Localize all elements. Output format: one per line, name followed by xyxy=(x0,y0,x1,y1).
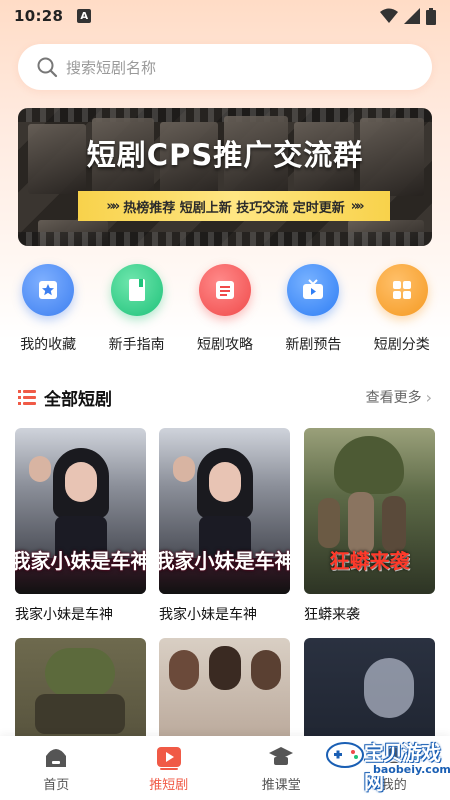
play-icon xyxy=(156,746,181,770)
drama-title: 狂蟒来袭 xyxy=(304,607,360,623)
home-icon xyxy=(46,748,67,767)
search-bar[interactable]: 搜索短剧名称 xyxy=(18,44,432,90)
drama-card[interactable]: 狂蟒来袭 狂蟒来袭 xyxy=(304,428,435,624)
quick-nav-guide[interactable]: 新手指南 xyxy=(93,264,181,364)
drama-title: 我家小妹是车神 xyxy=(159,607,257,623)
quick-nav-label: 短剧攻略 xyxy=(196,337,253,353)
quick-nav: 我的收藏 新手指南 短剧攻略 新剧预告 短剧分类 xyxy=(0,264,450,364)
quick-nav-label: 新剧预告 xyxy=(285,337,342,353)
section-header: 全部短剧 查看更多 › xyxy=(18,384,432,410)
wifi-icon xyxy=(380,8,398,23)
quick-nav-preview[interactable]: 新剧预告 xyxy=(269,264,357,364)
watermark-url: baobeiy.com xyxy=(370,763,450,776)
list-icon xyxy=(18,390,36,405)
drama-poster: 我家小妹是车神 xyxy=(159,428,290,594)
battery-icon xyxy=(426,7,436,25)
quick-nav-label: 短剧分类 xyxy=(373,337,430,353)
book-icon xyxy=(110,264,163,316)
chevrons-icon: »» xyxy=(106,198,120,214)
search-input[interactable]: 搜索短剧名称 xyxy=(66,57,156,78)
section-title: 全部短剧 xyxy=(44,389,112,410)
notification-icon: A xyxy=(77,9,92,23)
drama-poster: 我家小妹是车神 xyxy=(15,428,146,594)
signal-icon xyxy=(404,8,420,24)
banner-poster-collage xyxy=(18,108,432,246)
tab-label: 首页 xyxy=(43,777,70,793)
tab-home[interactable]: 首页 xyxy=(0,736,113,800)
quick-nav-label: 我的收藏 xyxy=(20,337,77,353)
poster-title: 狂蟒来袭 xyxy=(329,548,410,573)
tab-classroom[interactable]: 推课堂 xyxy=(225,736,338,800)
star-icon xyxy=(22,264,75,316)
drama-poster: 狂蟒来袭 xyxy=(304,428,435,594)
chevron-right-icon: › xyxy=(425,387,432,407)
poster-title: 我家小妹是车神 xyxy=(15,548,146,573)
quick-nav-favorites[interactable]: 我的收藏 xyxy=(4,264,92,364)
gamepad-icon xyxy=(326,742,364,768)
banner-title: 短剧CPS推广交流群 xyxy=(86,138,364,172)
poster-title: 我家小妹是车神 xyxy=(159,548,290,573)
status-time: 10:28 xyxy=(14,7,64,25)
quick-nav-strategy[interactable]: 短剧攻略 xyxy=(181,264,269,364)
banner-ribbon: »» 热榜推荐 短剧上新 技巧交流 定时更新 »» xyxy=(78,191,390,221)
tab-label: 推课堂 xyxy=(261,777,301,793)
banner-ribbon-text: 热榜推荐 短剧上新 技巧交流 定时更新 xyxy=(123,200,345,216)
tab-label: 推短剧 xyxy=(149,777,189,793)
tab-push-drama[interactable]: 推短剧 xyxy=(113,736,226,800)
search-icon xyxy=(37,57,58,78)
promo-banner[interactable]: 短剧CPS推广交流群 »» 热榜推荐 短剧上新 技巧交流 定时更新 »» xyxy=(18,108,432,246)
drama-card[interactable]: 我家小妹是车神 我家小妹是车神 xyxy=(15,428,146,624)
drama-card[interactable]: 我家小妹是车神 我家小妹是车神 xyxy=(159,428,290,624)
grid-icon xyxy=(375,264,428,316)
see-more-label: 查看更多 xyxy=(365,390,422,406)
quick-nav-categories[interactable]: 短剧分类 xyxy=(358,264,446,364)
classroom-icon xyxy=(269,746,294,765)
chevrons-icon: »» xyxy=(350,198,365,214)
quick-nav-label: 新手指南 xyxy=(108,337,165,353)
list-doc-icon xyxy=(198,264,251,316)
status-bar: 10:28 A xyxy=(0,0,450,32)
drama-title: 我家小妹是车神 xyxy=(15,607,113,623)
see-more-link[interactable]: 查看更多 › xyxy=(366,387,432,407)
tv-play-icon xyxy=(287,264,340,316)
site-watermark: 宝贝游戏网 baobeiy.com xyxy=(324,731,450,794)
